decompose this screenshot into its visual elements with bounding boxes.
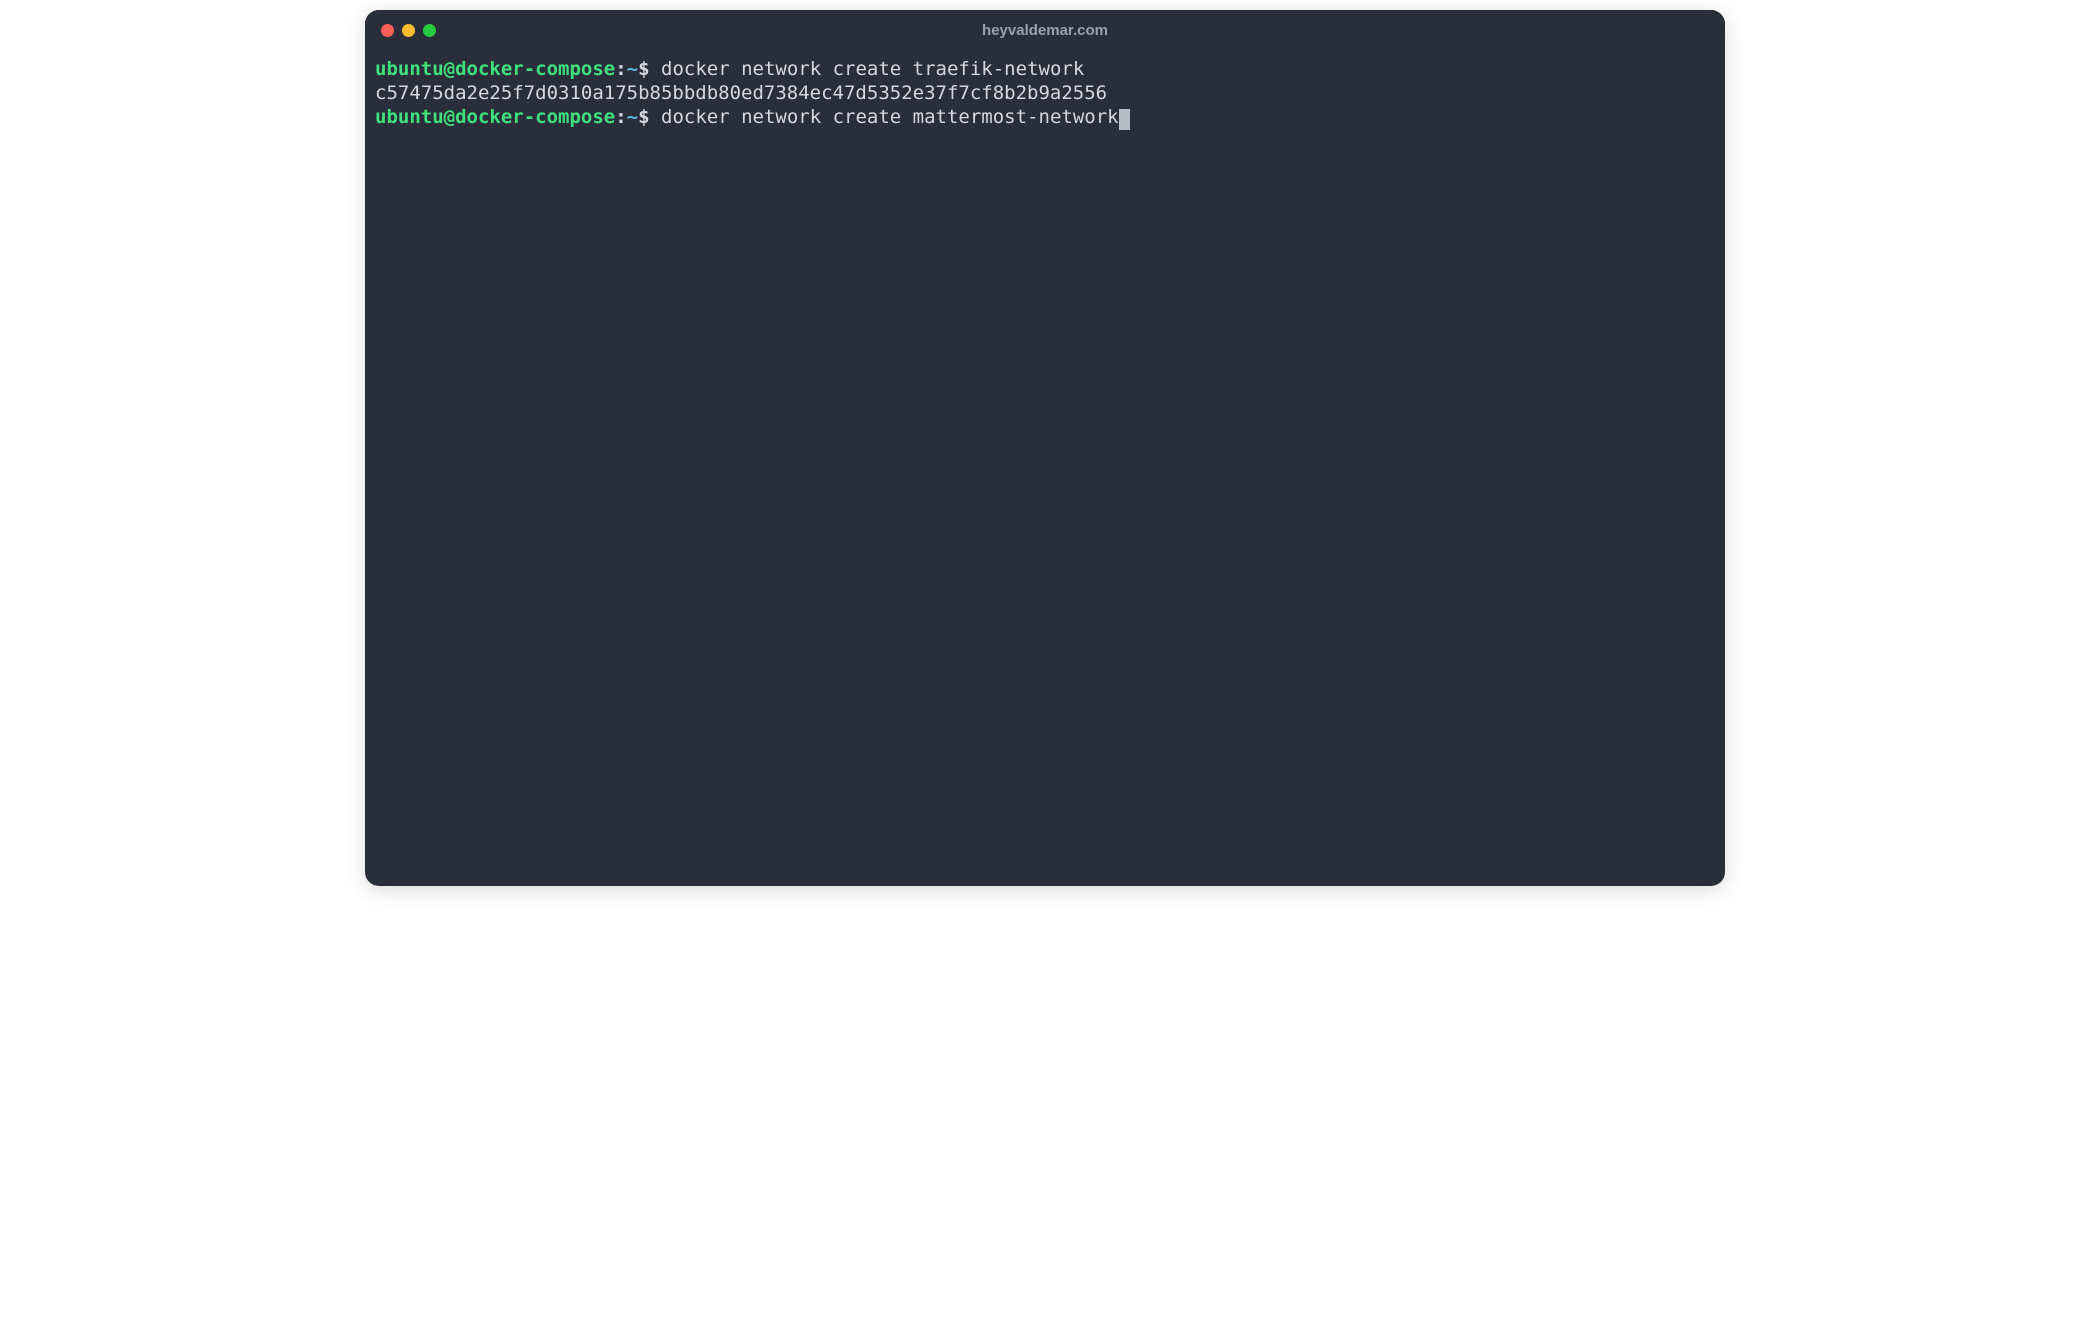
terminal-line: ubuntu@docker-compose:~$ docker network …: [375, 106, 1715, 130]
prompt-user-host: ubuntu@docker-compose: [375, 58, 615, 80]
prompt-symbol: $: [638, 106, 649, 128]
prompt-colon: :: [615, 58, 626, 80]
terminal-body[interactable]: ubuntu@docker-compose:~$ docker network …: [365, 50, 1725, 886]
cursor-icon: [1119, 109, 1130, 130]
terminal-line: ubuntu@docker-compose:~$ docker network …: [375, 58, 1715, 82]
maximize-icon[interactable]: [423, 24, 436, 37]
prompt-colon: :: [615, 106, 626, 128]
traffic-lights: [381, 24, 436, 37]
command-text: docker network create traefik-network: [650, 58, 1085, 80]
prompt-path: ~: [627, 58, 638, 80]
minimize-icon[interactable]: [402, 24, 415, 37]
command-text: docker network create mattermost-network: [650, 106, 1119, 128]
titlebar: heyvaldemar.com: [365, 10, 1725, 50]
prompt-symbol: $: [638, 58, 649, 80]
terminal-line: c57475da2e25f7d0310a175b85bbdb80ed7384ec…: [375, 82, 1715, 106]
close-icon[interactable]: [381, 24, 394, 37]
prompt-user-host: ubuntu@docker-compose: [375, 106, 615, 128]
output-text: c57475da2e25f7d0310a175b85bbdb80ed7384ec…: [375, 82, 1107, 104]
terminal-window: heyvaldemar.com ubuntu@docker-compose:~$…: [365, 10, 1725, 886]
window-title: heyvaldemar.com: [982, 22, 1108, 39]
prompt-path: ~: [627, 106, 638, 128]
